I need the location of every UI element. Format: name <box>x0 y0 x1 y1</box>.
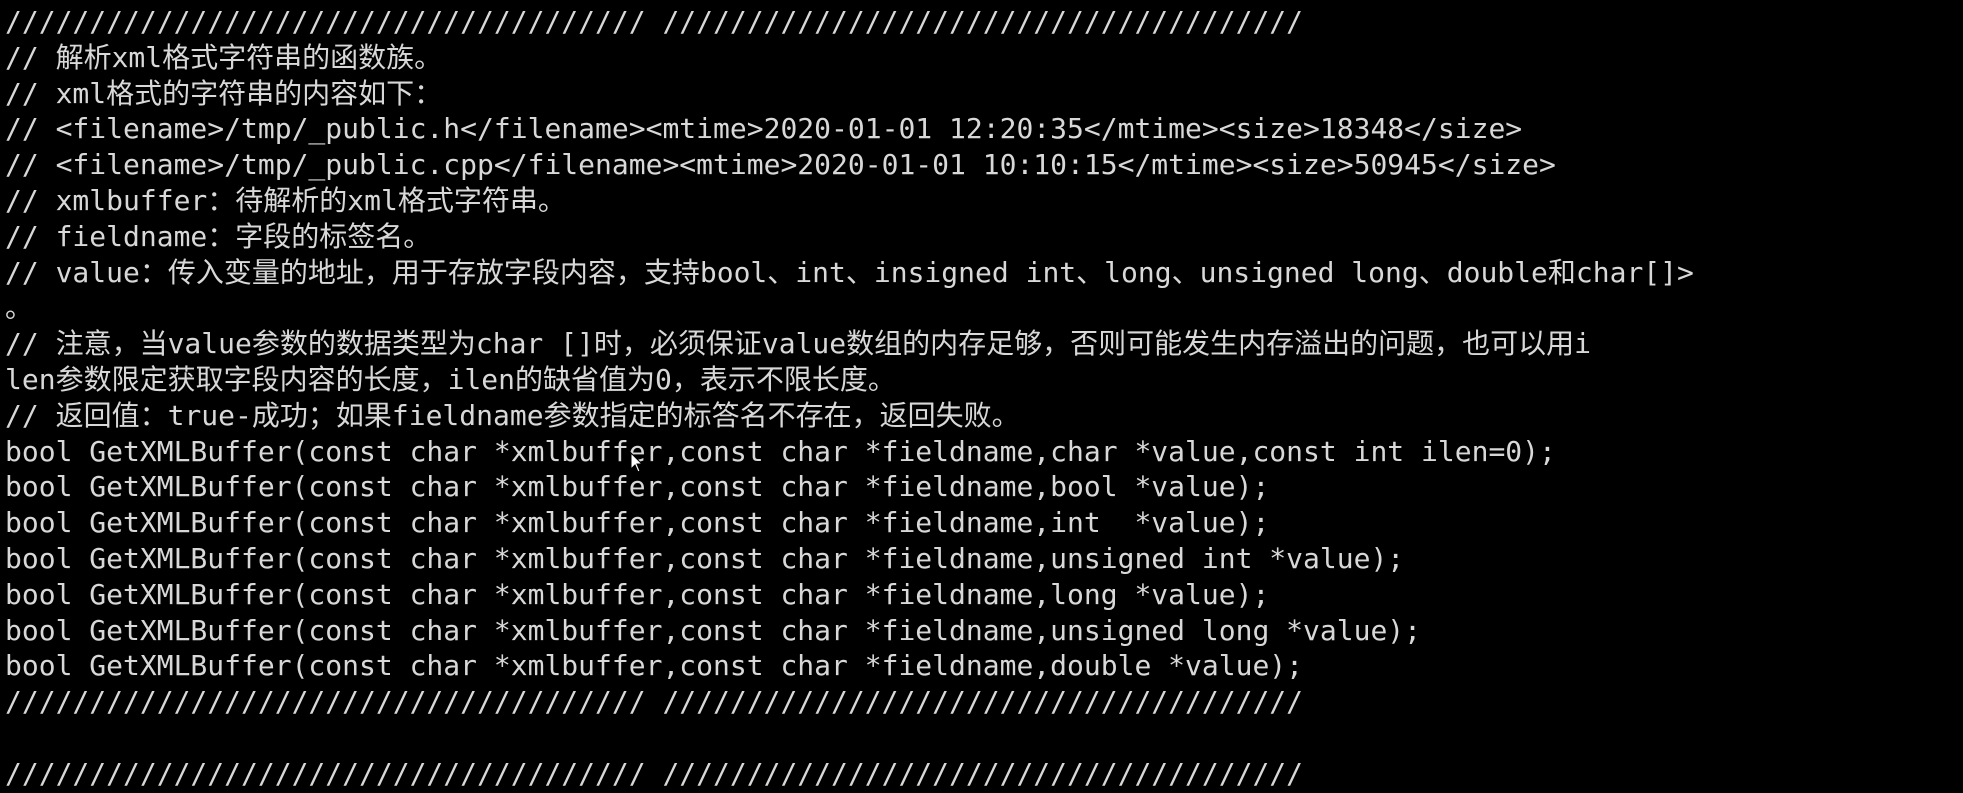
comment-line: // fieldname：字段的标签名。 <box>5 219 432 253</box>
comment-line: // xmlbuffer：待解析的xml格式字符串。 <box>5 183 566 217</box>
code-line: bool GetXMLBuffer(const char *xmlbuffer,… <box>5 577 1270 611</box>
comment-line: // 注意，当value参数的数据类型为char []时，必须保证value数组… <box>5 327 1592 361</box>
comment-line-wrap: len参数限定获取字段内容的长度，ilen的缺省值为0，表示不限长度。 <box>5 362 896 396</box>
code-line: bool GetXMLBuffer(const char *xmlbuffer,… <box>5 470 1270 504</box>
code-line: bool GetXMLBuffer(const char *xmlbuffer,… <box>5 613 1422 647</box>
comment-line-wrap: 。 <box>5 291 34 325</box>
comment-line: // 返回值：true-成功；如果fieldname参数指定的标答名不存在，返回… <box>5 398 1020 432</box>
code-line: bool GetXMLBuffer(const char *xmlbuffer,… <box>5 506 1270 540</box>
code-line: bool GetXMLBuffer(const char *xmlbuffer,… <box>5 434 1556 468</box>
comment-line: // value：传入变量的地址，用于存放字段内容，支持bool、int、ins… <box>5 255 1694 289</box>
code-line: bool GetXMLBuffer(const char *xmlbuffer,… <box>5 541 1405 575</box>
comment-line: // <filename>/tmp/_public.cpp</filename>… <box>5 148 1556 182</box>
comment-line: // xml格式的字符串的内容如下： <box>5 76 443 110</box>
mouse-pointer-icon <box>630 452 644 473</box>
comment-line: // 解析xml格式字符串的函数族。 <box>5 40 443 74</box>
separator-line: ////////////////////////////////////// /… <box>5 756 1304 790</box>
comment-line: // <filename>/tmp/_public.h</filename><m… <box>5 112 1523 146</box>
separator-line: ////////////////////////////////////// /… <box>5 685 1304 719</box>
terminal-window[interactable]: ////////////////////////////////////// /… <box>0 0 1963 793</box>
code-line: bool GetXMLBuffer(const char *xmlbuffer,… <box>5 649 1304 683</box>
separator-line: ////////////////////////////////////// /… <box>5 5 1304 38</box>
